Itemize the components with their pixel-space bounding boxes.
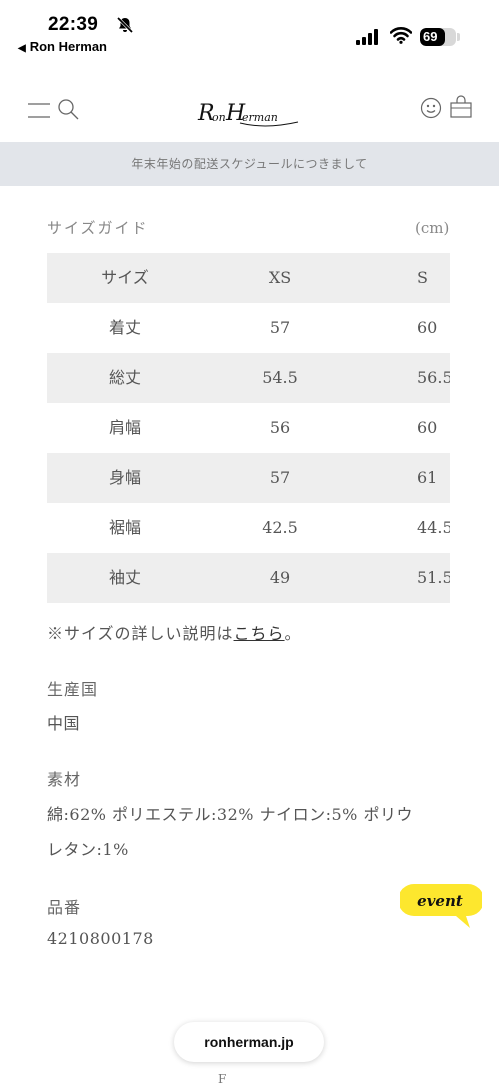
back-app-label: Ron Herman (29, 39, 107, 54)
header-cell: S (417, 268, 428, 287)
row-value-s: 61 (417, 468, 438, 487)
row-label: 着丈 (108, 318, 141, 337)
origin-value: 中国 (47, 714, 81, 733)
table-row: 肩幅 56 60 (47, 403, 450, 453)
battery-percent: 69 (423, 29, 438, 44)
event-badge-label: event (417, 892, 463, 910)
material-line-2: レタン:1% (47, 840, 129, 859)
back-to-app-link[interactable]: ◀ Ron Herman (18, 39, 107, 54)
event-badge[interactable]: event (400, 882, 482, 930)
footer-peek-text: F (218, 1072, 227, 1086)
ron-herman-logo[interactable]: R on H erman (196, 92, 302, 132)
row-value-s: 60 (417, 318, 438, 337)
row-label: 袖丈 (108, 568, 141, 587)
row-value-s: 44.5 (417, 518, 450, 537)
search-icon[interactable] (56, 97, 80, 121)
table-row: 袖丈 49 51.5 (47, 553, 450, 603)
row-label: 総丈 (108, 368, 141, 387)
bell-muted-icon (116, 16, 134, 34)
size-guide-title: サイズガイド (47, 219, 149, 237)
table-row: 身幅 57 61 (47, 453, 450, 503)
row-label: 身幅 (108, 468, 141, 487)
size-note-suffix: 。 (284, 624, 302, 643)
row-value-xs: 49 (269, 568, 291, 587)
sku-value: 4210800178 (47, 929, 154, 948)
row-label: 肩幅 (108, 418, 141, 437)
svg-text:on: on (212, 111, 226, 124)
size-note: ※サイズの詳しい説明はこちら。 (47, 620, 302, 644)
header-cell: XS (268, 268, 292, 287)
hamburger-menu-icon[interactable] (28, 100, 50, 120)
row-value-xs: 57 (269, 318, 291, 337)
status-bar: 22:39 ◀ Ron Herman 69 (0, 0, 499, 60)
battery-icon: 69 (420, 28, 456, 46)
account-face-icon[interactable] (420, 97, 442, 119)
cellular-signal-icon (356, 29, 378, 45)
material-label: 素材 (47, 770, 82, 789)
table-row: 着丈 57 60 (47, 303, 450, 353)
size-table: サイズ XS S 着丈 57 60 総丈 54.5 56.5 肩幅 56 60 … (47, 253, 450, 603)
svg-text:erman: erman (242, 111, 278, 124)
table-row: 裾幅 42.5 44.5 (47, 503, 450, 553)
status-time: 22:39 (48, 14, 99, 35)
wifi-icon (390, 27, 412, 44)
size-note-text: ※サイズの詳しい説明は (47, 624, 234, 643)
size-table-header: サイズ XS S (47, 253, 450, 303)
header-cell: サイズ (101, 268, 149, 287)
row-value-s: 60 (417, 418, 438, 437)
table-row: 総丈 54.5 56.5 (47, 353, 450, 403)
origin-label: 生産国 (47, 680, 99, 699)
back-arrow-icon: ◀ (18, 43, 26, 54)
battery-tip (457, 33, 460, 41)
row-value-xs: 56 (269, 418, 291, 437)
size-guide-unit: (cm) (415, 219, 450, 237)
row-value-s: 51.5 (417, 568, 450, 587)
shopping-bag-icon[interactable] (449, 95, 473, 119)
material-line-1: 綿:62% ポリエステル:32% ナイロン:5% ポリウ (47, 805, 413, 824)
row-value-xs: 57 (269, 468, 291, 487)
row-value-s: 56.5 (417, 368, 450, 387)
row-label: 裾幅 (108, 518, 141, 537)
url-bar-pill[interactable]: ronherman.jp (174, 1022, 324, 1062)
site-header: R on H erman (0, 80, 499, 140)
size-detail-link[interactable]: こちら (234, 624, 285, 643)
row-value-xs: 42.5 (262, 518, 298, 537)
row-value-xs: 54.5 (262, 368, 298, 387)
shipping-notice-banner[interactable]: 年末年始の配送スケジュールにつきまして (0, 142, 499, 186)
sku-label: 品番 (47, 898, 82, 917)
